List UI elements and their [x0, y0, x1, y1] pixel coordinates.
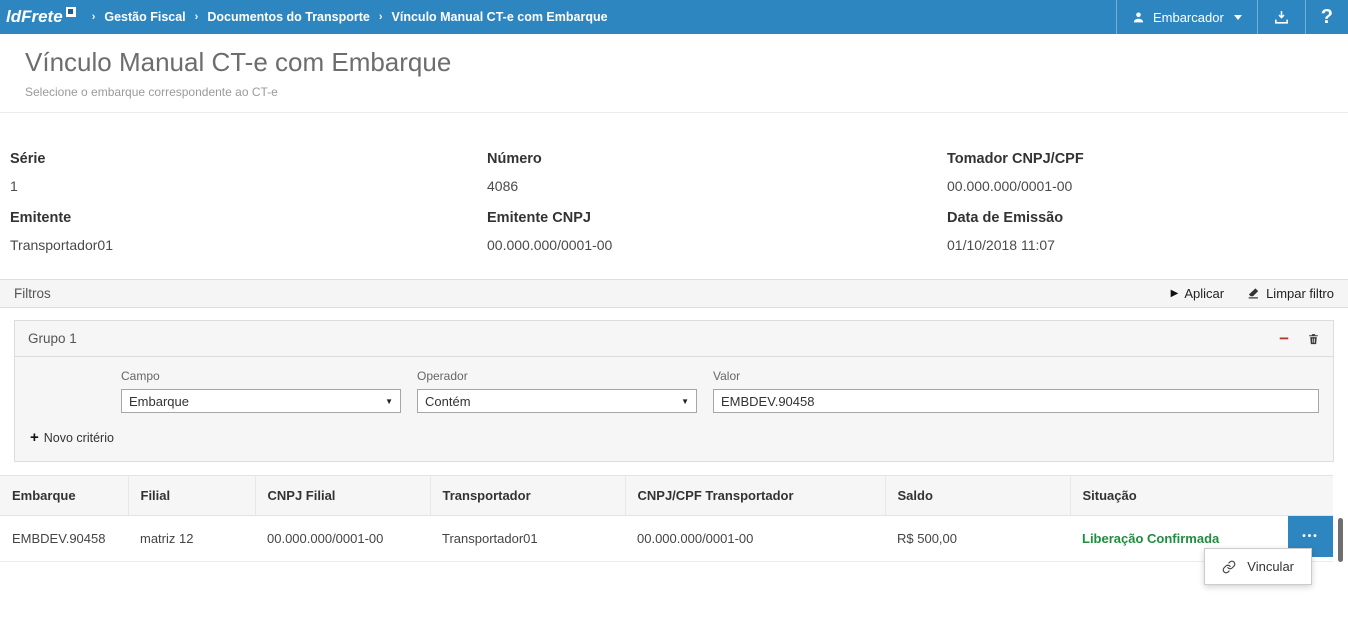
header-situacao: Situação [1070, 476, 1333, 516]
download-icon [1273, 9, 1290, 26]
eraser-icon [1246, 287, 1260, 300]
chevron-down-icon: ▼ [385, 397, 393, 406]
campo-label: Campo [121, 369, 401, 383]
field-tomador-label: Tomador CNPJ/CPF [947, 151, 1338, 167]
cell-cnpj-filial: 00.000.000/0001-00 [255, 516, 430, 562]
filter-group-panel: Grupo 1 − Campo Embarque ▼ Operador Cont… [14, 320, 1334, 462]
field-emitente-cnpj-label: Emitente CNPJ [487, 210, 947, 226]
link-icon [1222, 560, 1236, 574]
operador-selected-value: Contém [425, 394, 471, 409]
header-transportador: Transportador [430, 476, 625, 516]
breadcrumb-vinculo-manual[interactable]: Vínculo Manual CT-e com Embarque [392, 10, 608, 24]
top-navigation-bar: ldFrete › Gestão Fiscal › Documentos do … [0, 0, 1348, 34]
new-criteria-button[interactable]: + Novo critério [30, 429, 114, 446]
header-cnpj-transportador: CNPJ/CPF Transportador [625, 476, 885, 516]
breadcrumb-documentos-transporte[interactable]: Documentos do Transporte [207, 10, 370, 24]
chevron-down-icon [1234, 15, 1242, 20]
filter-group-header: Grupo 1 − [15, 321, 1333, 357]
app-logo-text: ldFrete [6, 7, 63, 27]
valor-input[interactable] [713, 389, 1319, 413]
field-numero: Número 4086 [487, 151, 947, 194]
operador-field: Operador Contém ▼ [417, 369, 697, 413]
results-table: Embarque Filial CNPJ Filial Transportado… [0, 475, 1333, 562]
new-criteria-label: Novo critério [44, 431, 114, 445]
cell-saldo: R$ 500,00 [885, 516, 1070, 562]
clear-filter-button[interactable]: Limpar filtro [1246, 286, 1334, 301]
apply-filter-button[interactable]: ▶ Aplicar [1171, 286, 1224, 301]
field-numero-label: Número [487, 151, 947, 167]
download-button[interactable] [1257, 0, 1305, 34]
page-title: Vínculo Manual CT-e com Embarque [25, 47, 1348, 78]
filters-actions: ▶ Aplicar Limpar filtro [1171, 286, 1334, 301]
field-numero-value: 4086 [487, 178, 947, 194]
app-logo[interactable]: ldFrete [0, 0, 80, 34]
user-menu-label: Embarcador [1153, 10, 1224, 25]
field-serie-label: Série [10, 151, 487, 167]
help-button[interactable]: ? [1305, 0, 1348, 34]
delete-group-button[interactable] [1307, 332, 1320, 346]
header-saldo: Saldo [885, 476, 1070, 516]
field-emitente-value: Transportador01 [10, 237, 487, 253]
operador-label: Operador [417, 369, 697, 383]
filter-group-actions: − [1279, 330, 1320, 347]
play-icon: ▶ [1171, 288, 1179, 299]
filter-group-body: Campo Embarque ▼ Operador Contém ▼ Valor… [15, 357, 1333, 461]
page-subtitle: Selecione o embarque correspondente ao C… [25, 85, 1348, 99]
plus-icon: + [30, 429, 39, 446]
field-emitente-cnpj: Emitente CNPJ 00.000.000/0001-00 [487, 210, 947, 253]
collapse-group-button[interactable]: − [1279, 330, 1289, 347]
cell-filial: matriz 12 [128, 516, 255, 562]
header-embarque: Embarque [0, 476, 128, 516]
chevron-right-icon: › [379, 11, 383, 23]
valor-field: Valor [713, 369, 1320, 413]
valor-label: Valor [713, 369, 1319, 383]
table-row: EMBDEV.90458 matriz 12 00.000.000/0001-0… [0, 516, 1333, 562]
app-logo-icon [66, 7, 76, 17]
page-header: Vínculo Manual CT-e com Embarque Selecio… [0, 34, 1348, 113]
apply-filter-label: Aplicar [1184, 286, 1224, 301]
header-filial: Filial [128, 476, 255, 516]
field-serie-value: 1 [10, 178, 487, 194]
trash-icon [1307, 332, 1320, 346]
field-emitente: Emitente Transportador01 [10, 210, 487, 253]
operador-select[interactable]: Contém ▼ [417, 389, 697, 413]
field-tomador-value: 00.000.000/0001-00 [947, 178, 1338, 194]
field-emitente-cnpj-value: 00.000.000/0001-00 [487, 237, 947, 253]
field-serie: Série 1 [10, 151, 487, 194]
row-actions-menu-item-vincular[interactable]: Vincular [1204, 548, 1312, 585]
cell-cnpj-transportador: 00.000.000/0001-00 [625, 516, 885, 562]
header-cnpj-filial: CNPJ Filial [255, 476, 430, 516]
field-emitente-label: Emitente [10, 210, 487, 226]
filters-title: Filtros [14, 286, 51, 301]
field-data-emissao: Data de Emissão 01/10/2018 11:07 [947, 210, 1338, 253]
vincular-label: Vincular [1247, 559, 1294, 574]
results-table-wrap: Embarque Filial CNPJ Filial Transportado… [0, 475, 1348, 562]
user-icon [1132, 11, 1145, 24]
breadcrumb-gestao-fiscal[interactable]: Gestão Fiscal [104, 10, 185, 24]
vertical-scrollbar-thumb[interactable] [1338, 518, 1343, 562]
topbar-actions: Embarcador ? [1116, 0, 1348, 34]
campo-field: Campo Embarque ▼ [121, 369, 401, 413]
criteria-row: Campo Embarque ▼ Operador Contém ▼ Valor [28, 369, 1320, 413]
cell-transportador: Transportador01 [430, 516, 625, 562]
user-menu[interactable]: Embarcador [1116, 0, 1257, 34]
chevron-right-icon: › [195, 11, 199, 23]
filters-bar: Filtros ▶ Aplicar Limpar filtro [0, 279, 1348, 308]
table-header-row: Embarque Filial CNPJ Filial Transportado… [0, 476, 1333, 516]
filter-group-title: Grupo 1 [28, 331, 77, 346]
chevron-down-icon: ▼ [681, 397, 689, 406]
field-tomador: Tomador CNPJ/CPF 00.000.000/0001-00 [947, 151, 1338, 194]
cell-embarque: EMBDEV.90458 [0, 516, 128, 562]
cte-details: Série 1 Número 4086 Tomador CNPJ/CPF 00.… [0, 113, 1348, 279]
field-data-emissao-value: 01/10/2018 11:07 [947, 237, 1338, 253]
help-icon: ? [1321, 6, 1333, 29]
field-data-emissao-label: Data de Emissão [947, 210, 1338, 226]
clear-filter-label: Limpar filtro [1266, 286, 1334, 301]
breadcrumb: › Gestão Fiscal › Documentos do Transpor… [92, 0, 608, 34]
more-actions-icon: ••• [1302, 531, 1319, 542]
chevron-right-icon: › [92, 11, 96, 23]
campo-select[interactable]: Embarque ▼ [121, 389, 401, 413]
campo-selected-value: Embarque [129, 394, 189, 409]
